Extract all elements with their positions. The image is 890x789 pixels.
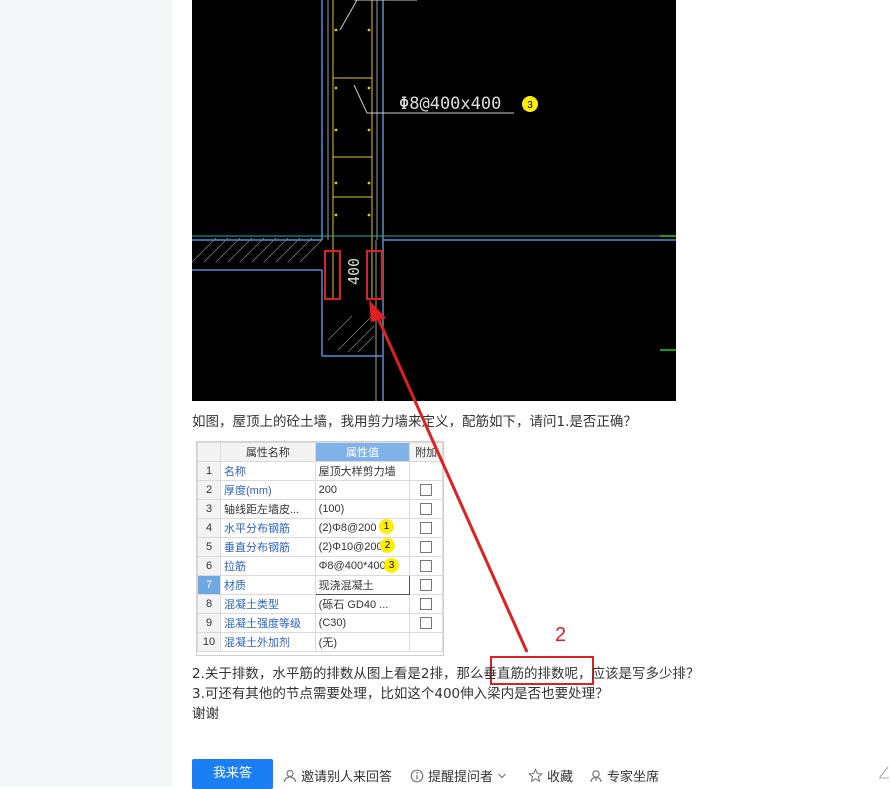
star-icon — [528, 768, 543, 783]
expert-seat-link[interactable]: 专家坐席 — [589, 766, 659, 785]
expert-seat-label: 专家坐席 — [607, 770, 660, 785]
question-line-3: 3.可还有其他的节点需要处理，比如这个400伸入梁内是否也要处理？ — [192, 686, 609, 702]
favorite-label: 收藏 — [547, 770, 574, 785]
favorite-button[interactable]: 收藏 — [528, 766, 573, 785]
callout-number: 2 — [555, 624, 566, 646]
info-icon — [410, 769, 424, 783]
person-icon — [283, 769, 297, 783]
question-line-2: 2.关于排数，水平筋的排数从图上看是2排，那么垂直筋的排数呢，应该是写多少排？ — [192, 666, 700, 682]
edit-icon[interactable] — [878, 764, 890, 783]
answer-button[interactable]: 我来答 — [192, 759, 273, 789]
question-line-4: 谢谢 — [192, 706, 219, 722]
invite-answer-link[interactable]: 邀请别人来回答 — [283, 766, 392, 785]
remind-asker-dropdown[interactable]: 提醒提问者 — [410, 766, 507, 785]
remind-asker-label: 提醒提问者 — [428, 770, 494, 785]
invite-answer-label: 邀请别人来回答 — [301, 770, 393, 785]
expert-icon — [589, 769, 603, 783]
chevron-down-icon — [497, 771, 507, 781]
